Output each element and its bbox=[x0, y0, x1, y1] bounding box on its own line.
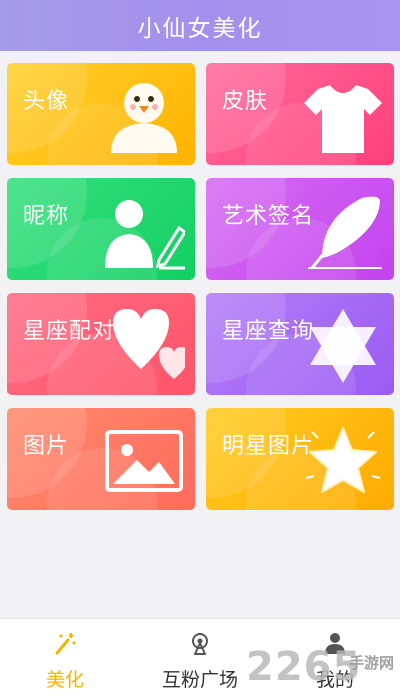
card-label: 昵称 bbox=[23, 204, 70, 229]
card-label: 星座配对 bbox=[23, 319, 116, 344]
card-label: 明星图片 bbox=[222, 434, 315, 459]
card-nickname[interactable]: 昵称 bbox=[7, 178, 195, 280]
broadcast-icon bbox=[192, 633, 208, 655]
card-avatar[interactable]: 头像 bbox=[7, 63, 195, 165]
hearts-icon bbox=[113, 309, 185, 379]
card-label: 图片 bbox=[23, 434, 70, 459]
hexagram-star-icon bbox=[310, 309, 376, 383]
app-header: 小仙女美化 bbox=[0, 0, 400, 51]
watermark-text: 手游网 bbox=[348, 654, 394, 672]
card-pictures[interactable]: 图片 bbox=[7, 408, 195, 510]
star-icon bbox=[305, 427, 381, 493]
card-label: 星座查询 bbox=[222, 319, 315, 344]
feather-quill-icon bbox=[308, 196, 382, 269]
magic-wand-icon bbox=[55, 633, 76, 655]
card-label: 艺术签名 bbox=[222, 204, 315, 229]
tshirt-icon bbox=[304, 85, 382, 153]
card-art-signature[interactable]: 艺术签名 bbox=[206, 178, 394, 280]
person-pen-icon bbox=[105, 200, 185, 270]
picture-icon bbox=[105, 430, 183, 492]
card-celebrity-pictures[interactable]: 明星图片 bbox=[206, 408, 394, 510]
tab-beautify[interactable]: 美化 bbox=[0, 619, 130, 698]
watermark-number: 2265 bbox=[246, 644, 362, 690]
tab-label: 美化 bbox=[45, 669, 84, 691]
card-zodiac-match[interactable]: 星座配对 bbox=[7, 293, 195, 395]
avatar-figure-icon bbox=[111, 83, 177, 153]
card-zodiac-search[interactable]: 星座查询 bbox=[206, 293, 394, 395]
app-title: 小仙女美化 bbox=[137, 15, 263, 42]
card-label: 头像 bbox=[23, 89, 70, 114]
card-label: 皮肤 bbox=[222, 89, 269, 114]
card-skin[interactable]: 皮肤 bbox=[206, 63, 394, 165]
watermark: 2265 手游网 bbox=[246, 640, 394, 696]
